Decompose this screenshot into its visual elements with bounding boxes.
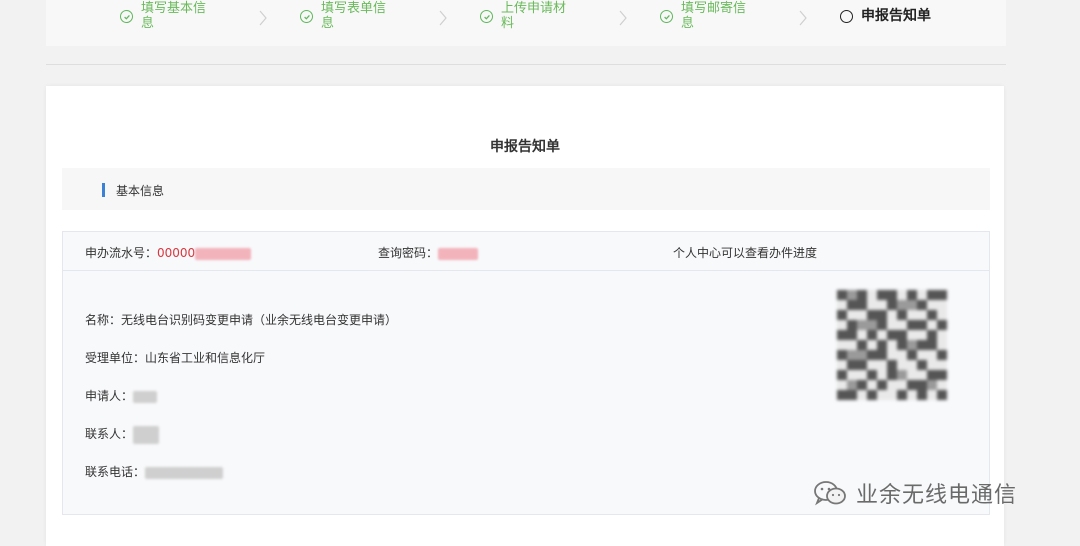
progress-stepper: 填写基本信息 填写表单信息 上传申请材料 填写邮寄信息 申报告知单 [46,0,1006,46]
redacted-contact [133,425,160,444]
watermark-text: 业余无线电通信 [856,483,1018,508]
step-mailing-info[interactable]: 填写邮寄信息 [660,0,753,40]
current-step-circle-icon [840,10,853,23]
section-marker [102,183,105,197]
contact-phone: 联系电话： [85,463,224,480]
check-circle-icon [480,10,493,23]
serial-label: 申办流水号： [85,246,158,260]
redacted-applicant [133,390,158,403]
chevron-right-icon [798,8,808,28]
section-header: 基本信息 [62,168,990,210]
step-declaration-notice[interactable]: 申报告知单 [840,0,931,40]
step-label: 申报告知单 [861,8,931,24]
step-form-info[interactable]: 填写表单信息 [300,0,393,40]
contact-label: 联系人： [85,427,134,441]
contact-person: 联系人： [85,425,160,444]
step-label: 填写邮寄信息 [681,1,747,31]
wechat-watermark: 业余无线电通信 [812,476,1017,510]
progress-hint: 个人中心可以查看办件进度 [673,246,818,260]
check-circle-icon [300,10,313,23]
applicant: 申请人： [85,387,158,404]
serial-number: 申办流水号：00000 [85,244,252,261]
accepting-unit: 受理单位：山东省工业和信息化厅 [85,351,266,365]
check-circle-icon [660,10,673,23]
phone-label: 联系电话： [85,465,146,479]
step-basic-info[interactable]: 填写基本信息 [120,0,213,40]
page-title: 申报告知单 [490,139,560,155]
redacted-password [438,247,479,260]
step-label: 填写表单信息 [321,1,387,31]
step-label: 上传申请材料 [501,1,567,31]
qr-code [837,290,947,400]
info-header-row: 申办流水号：00000 查询密码： 个人中心可以查看办件进度 [63,232,989,271]
applicant-label: 申请人： [85,389,134,403]
chevron-right-icon [438,8,448,28]
application-name: 名称：无线电台识别码变更申请（业余无线电台变更申请） [85,313,398,327]
password-label: 查询密码： [378,246,439,260]
query-password: 查询密码： [378,244,479,261]
step-label: 填写基本信息 [141,1,207,31]
chevron-right-icon [618,8,628,28]
redacted-phone [145,466,224,479]
wechat-icon [812,479,848,507]
redacted-serial [195,247,252,260]
serial-value: 00000 [157,246,196,260]
section-title: 基本信息 [116,184,165,198]
chevron-right-icon [258,8,268,28]
basic-info-panel: 申办流水号：00000 查询密码： 个人中心可以查看办件进度 名称：无线电台识别… [62,231,990,515]
divider [46,64,1006,65]
step-upload-materials[interactable]: 上传申请材料 [480,0,573,40]
check-circle-icon [120,10,133,23]
